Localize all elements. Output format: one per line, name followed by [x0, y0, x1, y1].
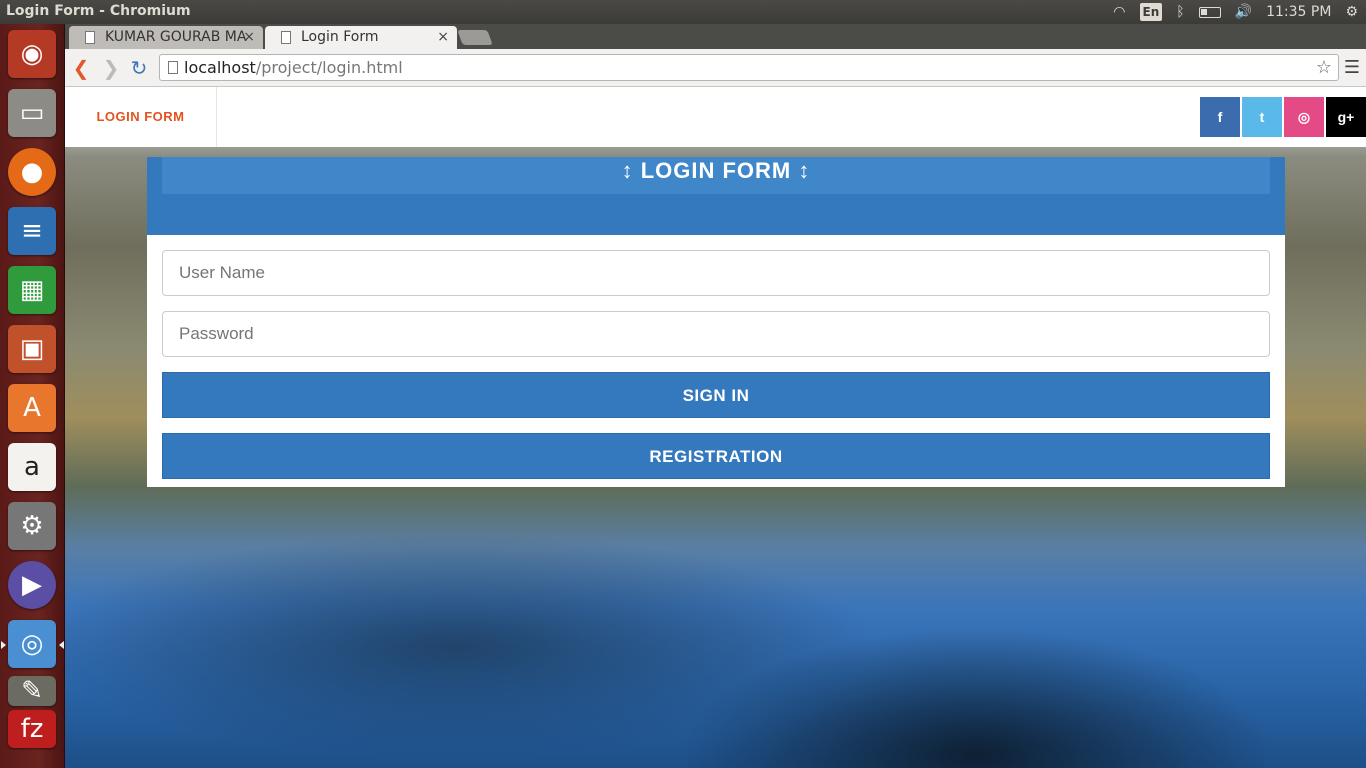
browser-window: KUMAR GOURAB MA × Login Form × ❮ ❯ ↻ loc…: [65, 24, 1366, 768]
ubuntu-dash-icon[interactable]: ◉: [8, 30, 56, 78]
url-host: localhost: [184, 58, 256, 77]
firefox-icon[interactable]: ●: [8, 148, 56, 196]
new-tab-button[interactable]: [457, 30, 493, 45]
url-path: /project/login.html: [255, 58, 403, 77]
impress-icon[interactable]: ▣: [8, 325, 56, 373]
registration-button[interactable]: REGISTRATION: [162, 433, 1270, 479]
social-links: f t ◎ g+: [1200, 97, 1366, 137]
tab-kumar-gourab[interactable]: KUMAR GOURAB MA ×: [69, 26, 263, 49]
bookmark-star-icon[interactable]: ☆: [1316, 55, 1332, 80]
tab-strip: KUMAR GOURAB MA × Login Form ×: [65, 24, 1366, 49]
page-icon: [85, 31, 95, 44]
amazon-icon[interactable]: a: [8, 443, 56, 491]
address-bar[interactable]: localhost/project/login.html ☆: [159, 54, 1339, 81]
top-panel: Login Form - Chromium ◠ En ᛒ 🔊 11:35 PM …: [0, 0, 1366, 24]
system-settings-icon[interactable]: ⚙: [8, 502, 56, 550]
close-icon[interactable]: ×: [437, 26, 449, 49]
settings-gear-icon[interactable]: ⚙: [1345, 2, 1358, 22]
site-brand-link[interactable]: LOGIN FORM: [65, 87, 217, 147]
wifi-icon[interactable]: ◠: [1113, 2, 1125, 22]
forward-arrow-icon[interactable]: ❯: [101, 57, 121, 79]
calc-icon[interactable]: ▦: [8, 266, 56, 314]
site-header: LOGIN FORM f t ◎ g+: [65, 87, 1366, 147]
page-viewport: LOGIN FORM f t ◎ g+ ↕ LOGIN FORM ↕ SIGN …: [65, 87, 1366, 768]
keyboard-language-indicator[interactable]: En: [1139, 3, 1163, 21]
tab-label: Login Form: [301, 29, 379, 45]
battery-icon[interactable]: [1198, 6, 1221, 18]
media-player-icon[interactable]: ▶: [8, 561, 56, 609]
login-card: ↕ LOGIN FORM ↕ SIGN IN REGISTRATION: [147, 157, 1285, 487]
software-center-icon[interactable]: A: [8, 384, 56, 432]
login-title: ↕ LOGIN FORM ↕: [162, 157, 1270, 194]
page-icon: [168, 61, 178, 74]
page-icon: [281, 31, 291, 44]
tab-label: KUMAR GOURAB MA: [105, 29, 247, 45]
facebook-icon[interactable]: f: [1200, 97, 1240, 137]
gimp-icon[interactable]: ✎: [8, 676, 56, 706]
chromium-icon[interactable]: ◎: [8, 620, 56, 668]
back-arrow-icon[interactable]: ❮: [71, 57, 91, 79]
clock[interactable]: 11:35 PM: [1266, 4, 1331, 20]
menu-hamburger-icon[interactable]: ☰: [1344, 57, 1360, 78]
google-plus-icon[interactable]: g+: [1326, 97, 1366, 137]
sign-in-button[interactable]: SIGN IN: [162, 372, 1270, 418]
focused-indicator: [59, 641, 64, 649]
login-card-header: ↕ LOGIN FORM ↕: [147, 157, 1285, 235]
close-icon[interactable]: ×: [243, 26, 255, 49]
browser-toolbar: ❮ ❯ ↻ localhost/project/login.html ☆ ☰: [65, 49, 1366, 87]
tab-login-form[interactable]: Login Form ×: [265, 26, 457, 49]
dribbble-icon[interactable]: ◎: [1284, 97, 1324, 137]
files-icon[interactable]: ▭: [8, 89, 56, 137]
bluetooth-icon[interactable]: ᛒ: [1176, 2, 1184, 22]
unity-launcher: ◉ ▭ ● ≡ ▦ ▣ A a ⚙ ▶ ◎ ✎ fz: [0, 24, 65, 768]
volume-icon[interactable]: 🔊: [1235, 2, 1252, 22]
running-indicator: [1, 641, 6, 649]
filezilla-icon[interactable]: fz: [8, 710, 56, 748]
reload-icon[interactable]: ↻: [129, 57, 149, 79]
password-input[interactable]: [162, 311, 1270, 357]
window-title: Login Form - Chromium: [6, 3, 191, 19]
username-input[interactable]: [162, 250, 1270, 296]
twitter-icon[interactable]: t: [1242, 97, 1282, 137]
writer-icon[interactable]: ≡: [8, 207, 56, 255]
system-tray: ◠ En ᛒ 🔊 11:35 PM ⚙: [1113, 2, 1358, 22]
